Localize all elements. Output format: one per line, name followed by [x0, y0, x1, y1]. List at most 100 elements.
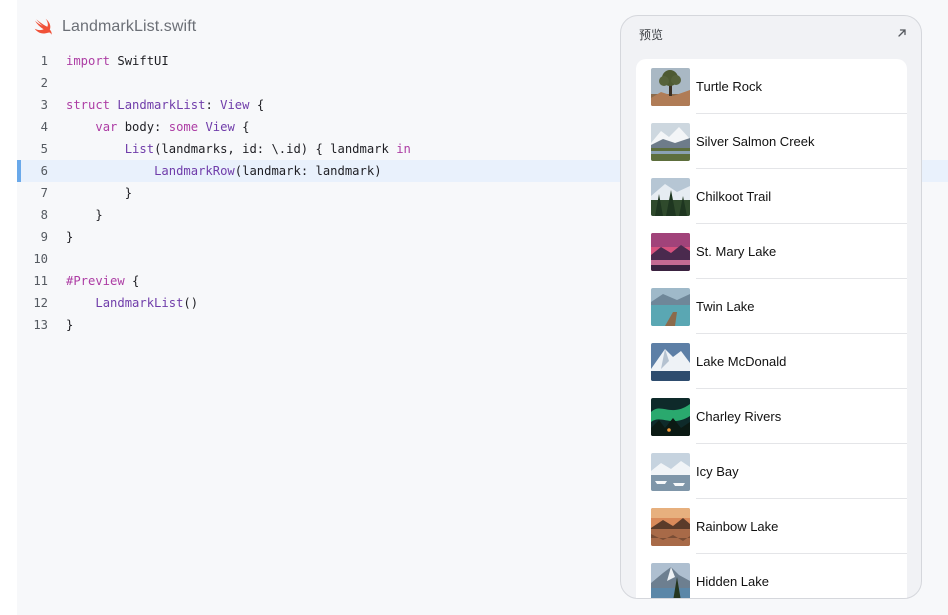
landmark-name: Hidden Lake: [696, 574, 769, 589]
landmark-thumbnail: [651, 177, 690, 216]
line-number: 7: [40, 186, 48, 200]
landmark-name: Chilkoot Trail: [696, 189, 772, 204]
preview-panel: 预览 Turtle Rock Silver Salmon Creek Chilkoo…: [620, 15, 922, 599]
line-number: 4: [40, 120, 48, 134]
keyword-token: #Preview: [66, 274, 125, 288]
keyword-token: import: [66, 54, 111, 68]
landmark-photo-icon: [651, 287, 690, 326]
line-number: 11: [33, 274, 48, 288]
landmark-photo-icon: [651, 397, 690, 436]
landmark-photo-icon: [651, 67, 690, 106]
type-token: List: [124, 142, 155, 156]
landmark-row[interactable]: Charley Rivers: [636, 389, 907, 444]
type-token: View: [220, 98, 250, 112]
code-token: SwiftUI: [110, 54, 169, 68]
landmark-name: St. Mary Lake: [696, 244, 777, 259]
landmark-photo-icon: [651, 507, 690, 546]
code-text: var body: some View {: [66, 116, 250, 138]
code-token: (landmarks, id: \.id) { landmark: [154, 142, 397, 156]
line-number: 2: [40, 76, 48, 90]
landmark-thumbnail: [651, 287, 690, 326]
landmark-photo-icon: [651, 122, 690, 161]
landmark-name: Lake McDonald: [696, 354, 787, 369]
code-token: {: [249, 98, 265, 112]
landmark-photo-icon: [651, 177, 690, 216]
landmark-name: Silver Salmon Creek: [696, 134, 815, 149]
line-number: 9: [40, 230, 48, 244]
landmark-row[interactable]: Chilkoot Trail: [636, 169, 907, 224]
landmark-thumbnail: [651, 562, 690, 598]
line-number: 5: [40, 142, 48, 156]
landmark-name: Icy Bay: [696, 464, 739, 479]
file-header: LandmarkList.swift: [34, 16, 196, 38]
code-text: LandmarkList(): [66, 292, 198, 314]
type-token: LandmarkRow: [154, 164, 235, 178]
landmark-row[interactable]: Rainbow Lake: [636, 499, 907, 554]
code-text: import SwiftUI: [66, 50, 169, 72]
keyword-token: in: [396, 142, 411, 156]
code-token: body:: [117, 120, 169, 134]
landmark-row[interactable]: Turtle Rock: [636, 59, 907, 114]
line-number: 13: [33, 318, 48, 332]
code-token: {: [124, 274, 140, 288]
line-number: 12: [33, 296, 48, 310]
code-text: }: [66, 204, 103, 226]
landmark-row[interactable]: Lake McDonald: [636, 334, 907, 389]
code-token: }: [66, 230, 74, 244]
line-number: 8: [40, 208, 48, 222]
landmark-name: Twin Lake: [696, 299, 755, 314]
code-token: :: [205, 98, 221, 112]
code-token: }: [66, 318, 74, 332]
swift-logo-icon: [34, 18, 52, 35]
line-number: 6: [40, 164, 48, 178]
code-token: (landmark: landmark): [234, 164, 382, 178]
landmark-thumbnail: [651, 122, 690, 161]
landmark-row[interactable]: Hidden Lake: [636, 554, 907, 598]
code-text: #Preview {: [66, 270, 139, 292]
type-token: LandmarkList: [117, 98, 206, 112]
file-name[interactable]: LandmarkList.swift: [62, 18, 196, 36]
landmark-name: Turtle Rock: [696, 79, 762, 94]
type-token: View: [205, 120, 235, 134]
preview-title: 预览: [639, 28, 664, 42]
landmark-photo-icon: [651, 562, 690, 598]
landmark-thumbnail: [651, 67, 690, 106]
code-text: }: [66, 226, 73, 248]
landmark-thumbnail: [651, 397, 690, 436]
landmark-thumbnail: [651, 507, 690, 546]
code-token: }: [66, 208, 103, 222]
expand-arrow-icon[interactable]: [895, 26, 909, 40]
code-token: }: [66, 186, 133, 200]
line-number: 10: [33, 252, 48, 266]
landmark-photo-icon: [651, 452, 690, 491]
landmark-thumbnail: [651, 342, 690, 381]
line-number: 1: [40, 54, 48, 68]
keyword-token: some: [168, 120, 199, 134]
landmark-thumbnail: [651, 452, 690, 491]
landmark-row[interactable]: Icy Bay: [636, 444, 907, 499]
code-text: struct LandmarkList: View {: [66, 94, 264, 116]
landmark-name: Rainbow Lake: [696, 519, 779, 534]
line-number: 3: [40, 98, 48, 112]
keyword-token: var: [95, 120, 118, 134]
landmark-photo-icon: [651, 342, 690, 381]
landmark-thumbnail: [651, 232, 690, 271]
code-token: (): [183, 296, 199, 310]
keyword-token: struct: [66, 98, 111, 112]
landmark-row[interactable]: St. Mary Lake: [636, 224, 907, 279]
type-token: LandmarkList: [95, 296, 184, 310]
landmark-photo-icon: [651, 232, 690, 271]
code-text: }: [66, 314, 73, 336]
preview-header: 预览: [621, 16, 921, 52]
code-text: List(landmarks, id: \.id) { landmark in: [66, 138, 411, 160]
code-token: {: [234, 120, 250, 134]
code-text: LandmarkRow(landmark: landmark): [66, 160, 382, 182]
landmark-list[interactable]: Turtle Rock Silver Salmon Creek Chilkoot T…: [636, 59, 907, 598]
code-text: }: [66, 182, 132, 204]
landmark-row[interactable]: Silver Salmon Creek: [636, 114, 907, 169]
landmark-row[interactable]: Twin Lake: [636, 279, 907, 334]
